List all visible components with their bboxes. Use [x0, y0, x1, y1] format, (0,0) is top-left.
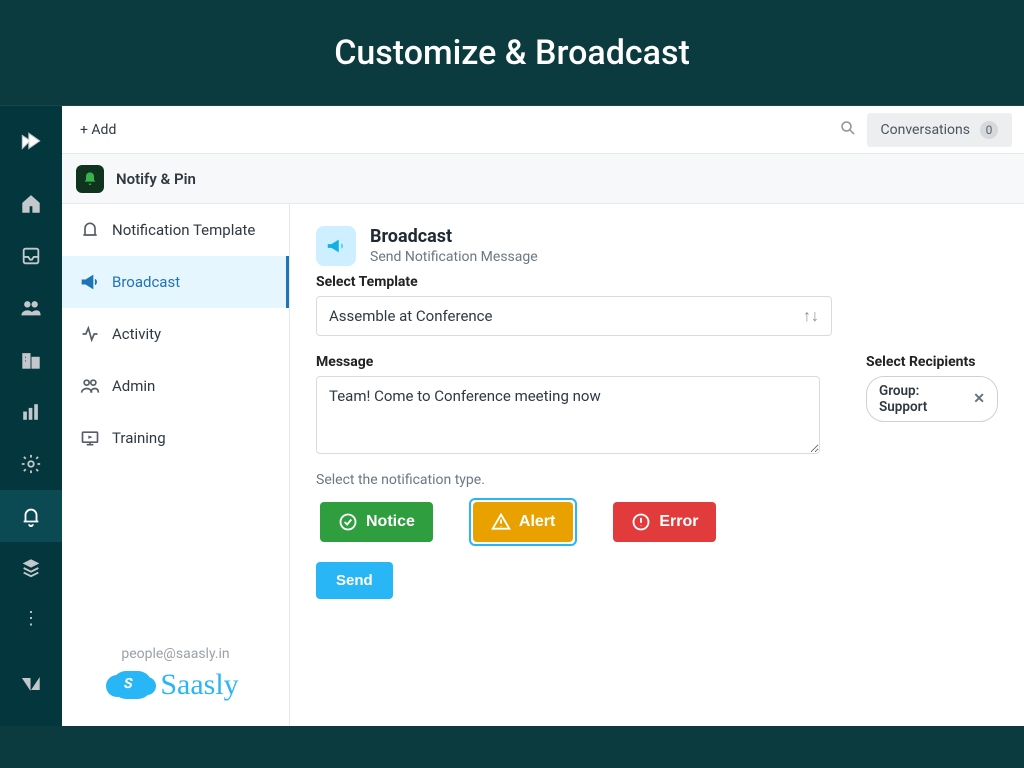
conversations-count: 0 [980, 121, 998, 139]
brand-footer: people@saasly.in S Saasly [62, 628, 289, 726]
recipient-chip-label: Group: Support [879, 383, 967, 415]
type-card-notice: Notice [316, 498, 437, 546]
rail-logo-icon[interactable] [0, 116, 62, 168]
sidenav-label: Training [112, 429, 166, 447]
template-select[interactable]: Assemble at Conference ↑↓ [316, 296, 832, 336]
page-title: Broadcast [370, 226, 538, 247]
send-button[interactable]: Send [316, 562, 393, 599]
topbar: + Add Conversations 0 [62, 106, 1024, 154]
template-label: Select Template [316, 274, 998, 290]
type-alert-button[interactable]: Alert [473, 502, 573, 542]
brand-email: people@saasly.in [72, 646, 279, 662]
app-header: Notify & Pin [62, 154, 1024, 204]
search-icon[interactable] [839, 119, 857, 141]
rail-notifications-icon[interactable] [0, 490, 62, 542]
rail-more-icon[interactable]: ⋮ [22, 598, 40, 638]
hero-title: Customize & Broadcast [0, 0, 1024, 106]
main-area: + Add Conversations 0 Notify & Pin Noti [62, 106, 1024, 726]
page-badge-icon [316, 226, 356, 266]
app-badge-icon [76, 165, 104, 193]
type-notice-button[interactable]: Notice [320, 502, 433, 542]
message-input[interactable] [316, 376, 820, 454]
type-alert-label: Alert [519, 513, 555, 531]
sort-arrows-icon: ↑↓ [803, 306, 819, 326]
type-card-error: Error [609, 498, 720, 546]
rail-home-icon[interactable] [0, 178, 62, 230]
template-value: Assemble at Conference [329, 307, 493, 325]
recipients-label: Select Recipients [866, 354, 998, 370]
type-error-label: Error [659, 513, 698, 531]
helper-text: Select the notification type. [316, 472, 836, 488]
left-rail: ⋮ [0, 106, 62, 726]
rail-zendesk-icon[interactable] [0, 658, 62, 710]
sidenav: Notification Template Broadcast Activity… [62, 204, 290, 726]
conversations-button[interactable]: Conversations 0 [867, 113, 1012, 147]
type-card-alert: Alert [469, 498, 577, 546]
sidenav-item-training[interactable]: Training [62, 412, 289, 464]
sidenav-label: Activity [112, 325, 161, 343]
sidenav-item-broadcast[interactable]: Broadcast [62, 256, 289, 308]
sidenav-label: Admin [112, 377, 155, 395]
rail-reports-icon[interactable] [0, 386, 62, 438]
sidenav-label: Broadcast [112, 273, 180, 291]
rail-inbox-icon[interactable] [0, 230, 62, 282]
brand-name: Saasly [160, 668, 238, 702]
conversations-label: Conversations [881, 122, 970, 138]
sidenav-item-notification-template[interactable]: Notification Template [62, 204, 289, 256]
type-notice-label: Notice [366, 513, 415, 531]
page-subtitle: Send Notification Message [370, 249, 538, 265]
sidenav-item-activity[interactable]: Activity [62, 308, 289, 360]
rail-people-icon[interactable] [0, 282, 62, 334]
sidenav-item-admin[interactable]: Admin [62, 360, 289, 412]
app-title: Notify & Pin [116, 170, 196, 188]
rail-org-icon[interactable] [0, 334, 62, 386]
content: Broadcast Send Notification Message Sele… [290, 204, 1024, 726]
rail-apps-icon[interactable] [0, 542, 62, 594]
type-error-button[interactable]: Error [613, 502, 716, 542]
chip-remove-icon[interactable]: ✕ [973, 391, 985, 407]
sidenav-label: Notification Template [112, 221, 255, 239]
app-frame: ⋮ + Add Conversations 0 Notify & Pin [0, 106, 1024, 726]
recipient-chip[interactable]: Group: Support ✕ [866, 376, 998, 422]
rail-settings-icon[interactable] [0, 438, 62, 490]
brand-logo-icon: S [112, 671, 152, 699]
message-label: Message [316, 354, 836, 370]
add-button[interactable]: + Add [74, 118, 122, 142]
